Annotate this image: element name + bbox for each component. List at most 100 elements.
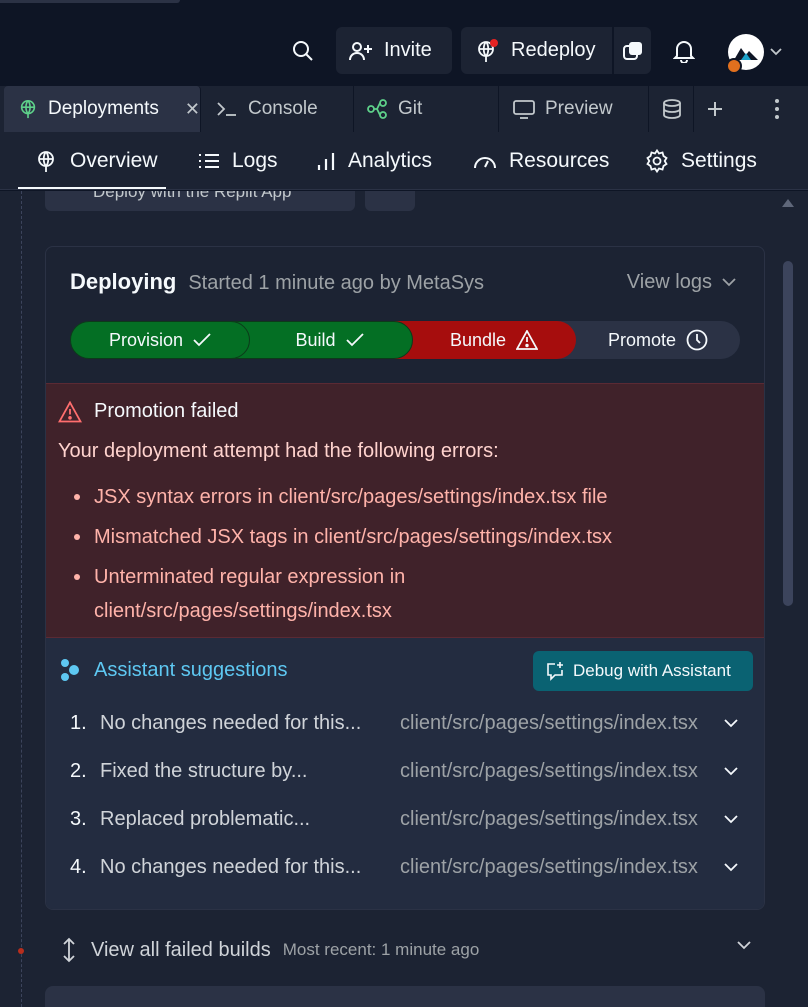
replit-app-card[interactable]: Deploy with the Replit App <box>45 191 355 211</box>
error-title: Promotion failed <box>58 400 239 423</box>
suggestion-item[interactable]: 2. Fixed the structure by... client/src/… <box>70 751 750 791</box>
top-bar: Invite Redeploy <box>0 0 808 86</box>
chevron-down-icon <box>724 862 738 871</box>
deployment-meta: Started 1 minute ago by MetaSys <box>188 272 485 294</box>
error-item: JSX syntax errors in client/src/pages/se… <box>74 480 734 514</box>
redeploy-button[interactable]: Redeploy <box>461 27 612 74</box>
deployment-pipeline: Provision Build Bundle Promote <box>70 321 740 359</box>
timeline-error-dot <box>18 948 24 954</box>
stage-label: Build <box>295 329 336 350</box>
view-logs-label: View logs <box>626 271 712 293</box>
stage-label: Provision <box>108 329 184 350</box>
suggestion-item[interactable]: 3. Replaced problematic... client/src/pa… <box>70 799 750 839</box>
new-tab-button[interactable] <box>694 86 738 132</box>
deployment-card: Deploying Started 1 minute ago by MetaSy… <box>45 246 765 910</box>
invite-button[interactable]: Invite <box>336 27 452 74</box>
chevron-down-icon <box>724 766 738 775</box>
subnav-resources[interactable]: Resources <box>473 132 609 190</box>
error-item: Unterminated regular expression in clien… <box>74 560 494 628</box>
stage-provision: Provision <box>70 321 250 359</box>
scroll-up-arrow[interactable] <box>782 199 794 207</box>
warning-icon <box>58 400 82 422</box>
assistant-title: Assistant suggestions <box>60 658 287 682</box>
tab-console[interactable]: Console <box>202 86 354 132</box>
account-menu[interactable] <box>726 32 786 74</box>
copy-icon <box>622 41 642 60</box>
deploy-icon <box>478 38 498 62</box>
plus-icon <box>708 102 722 116</box>
redeploy-options-button[interactable] <box>614 27 651 74</box>
error-item: Mismatched JSX tags in client/src/pages/… <box>74 520 734 554</box>
expand-vertical-icon <box>63 937 75 963</box>
assistant-suggestions: Assistant suggestions Debug with Assista… <box>46 638 764 909</box>
suggestion-item[interactable]: 1. No changes needed for this... client/… <box>70 703 750 743</box>
assistant-title-text: Assistant suggestions <box>94 658 288 681</box>
tab-deployments[interactable]: Deployments ✕ <box>4 86 201 132</box>
failed-builds-recent: Most recent: 1 minute ago <box>282 940 480 959</box>
avatar-badge <box>726 58 742 74</box>
chevron-down-icon <box>724 718 738 727</box>
suggestion-text: No changes needed for this... <box>100 855 362 878</box>
stage-label: Bundle <box>449 329 507 350</box>
chevron-down-icon <box>722 278 736 287</box>
suggestion-file: client/src/pages/settings/index.tsx <box>400 807 698 830</box>
notifications-button[interactable] <box>665 32 703 70</box>
assistant-icon <box>61 659 79 681</box>
bell-icon <box>673 41 695 63</box>
search-button[interactable] <box>284 32 322 70</box>
subnav-label: Resources <box>509 149 610 172</box>
suggestion-file: client/src/pages/settings/index.tsx <box>400 855 698 878</box>
view-failed-builds-row[interactable]: View all failed builds Most recent: 1 mi… <box>45 929 765 971</box>
list-icon <box>199 154 219 168</box>
replit-app-card-toggle[interactable] <box>365 191 415 211</box>
timeline-line <box>21 191 22 1007</box>
stage-label: Promote <box>607 329 677 350</box>
tab-preview[interactable]: Preview <box>499 86 649 132</box>
add-user-icon <box>349 41 372 60</box>
view-logs-button[interactable]: View logs <box>627 271 736 294</box>
chevron-down-icon <box>770 48 782 56</box>
debug-with-assistant-button[interactable]: Debug with Assistant <box>533 651 753 691</box>
tab-label: Console <box>248 98 318 119</box>
suggestion-item[interactable]: 4. No changes needed for this... client/… <box>70 847 750 887</box>
suggestion-file: client/src/pages/settings/index.tsx <box>400 759 698 782</box>
suggestion-number: 3. <box>70 807 87 830</box>
chevron-down-icon <box>737 941 751 950</box>
error-title-text: Promotion failed <box>94 400 239 422</box>
subnav-analytics[interactable]: Analytics <box>316 132 432 190</box>
deploy-icon <box>38 151 54 172</box>
replit-app-label: Deploy with the Replit App <box>93 191 292 201</box>
redeploy-label: Redeploy <box>511 39 596 61</box>
clock-icon <box>686 329 708 351</box>
invite-label: Invite <box>384 39 432 61</box>
subnav-label: Overview <box>70 149 158 172</box>
debug-button-label: Debug with Assistant <box>573 661 731 680</box>
deployments-content: Deploy with the Replit App Deploying Sta… <box>0 191 808 1007</box>
suggestion-file: client/src/pages/settings/index.tsx <box>400 711 698 734</box>
tab-strip: Deployments ✕ Console Git Preview <box>0 86 808 132</box>
deployment-status: Deploying <box>70 269 177 294</box>
tab-options-button[interactable] <box>760 86 796 132</box>
chat-spark-icon <box>547 662 563 681</box>
next-deployment-card <box>45 986 765 1007</box>
active-subnav-indicator <box>18 187 166 189</box>
git-branch-icon <box>367 99 387 119</box>
close-icon[interactable]: ✕ <box>185 99 200 120</box>
gear-icon <box>646 149 668 173</box>
subnav-logs[interactable]: Logs <box>198 132 278 190</box>
subnav-overview[interactable]: Overview <box>34 132 158 190</box>
subnav-settings[interactable]: Settings <box>645 132 757 190</box>
chevron-down-icon <box>724 814 738 823</box>
tab-git[interactable]: Git <box>354 86 499 132</box>
tab-database[interactable] <box>650 86 694 132</box>
scrollbar-thumb[interactable] <box>783 261 793 606</box>
window-edge <box>0 0 180 3</box>
suggestion-text: Fixed the structure by... <box>100 759 308 782</box>
suggestion-text: No changes needed for this... <box>100 711 362 734</box>
more-vertical-icon <box>775 99 779 119</box>
gauge-icon <box>474 157 496 169</box>
search-icon <box>293 41 313 61</box>
error-panel: Promotion failed Your deployment attempt… <box>46 383 764 638</box>
tab-label: Git <box>398 98 423 119</box>
terminal-icon <box>217 102 236 116</box>
